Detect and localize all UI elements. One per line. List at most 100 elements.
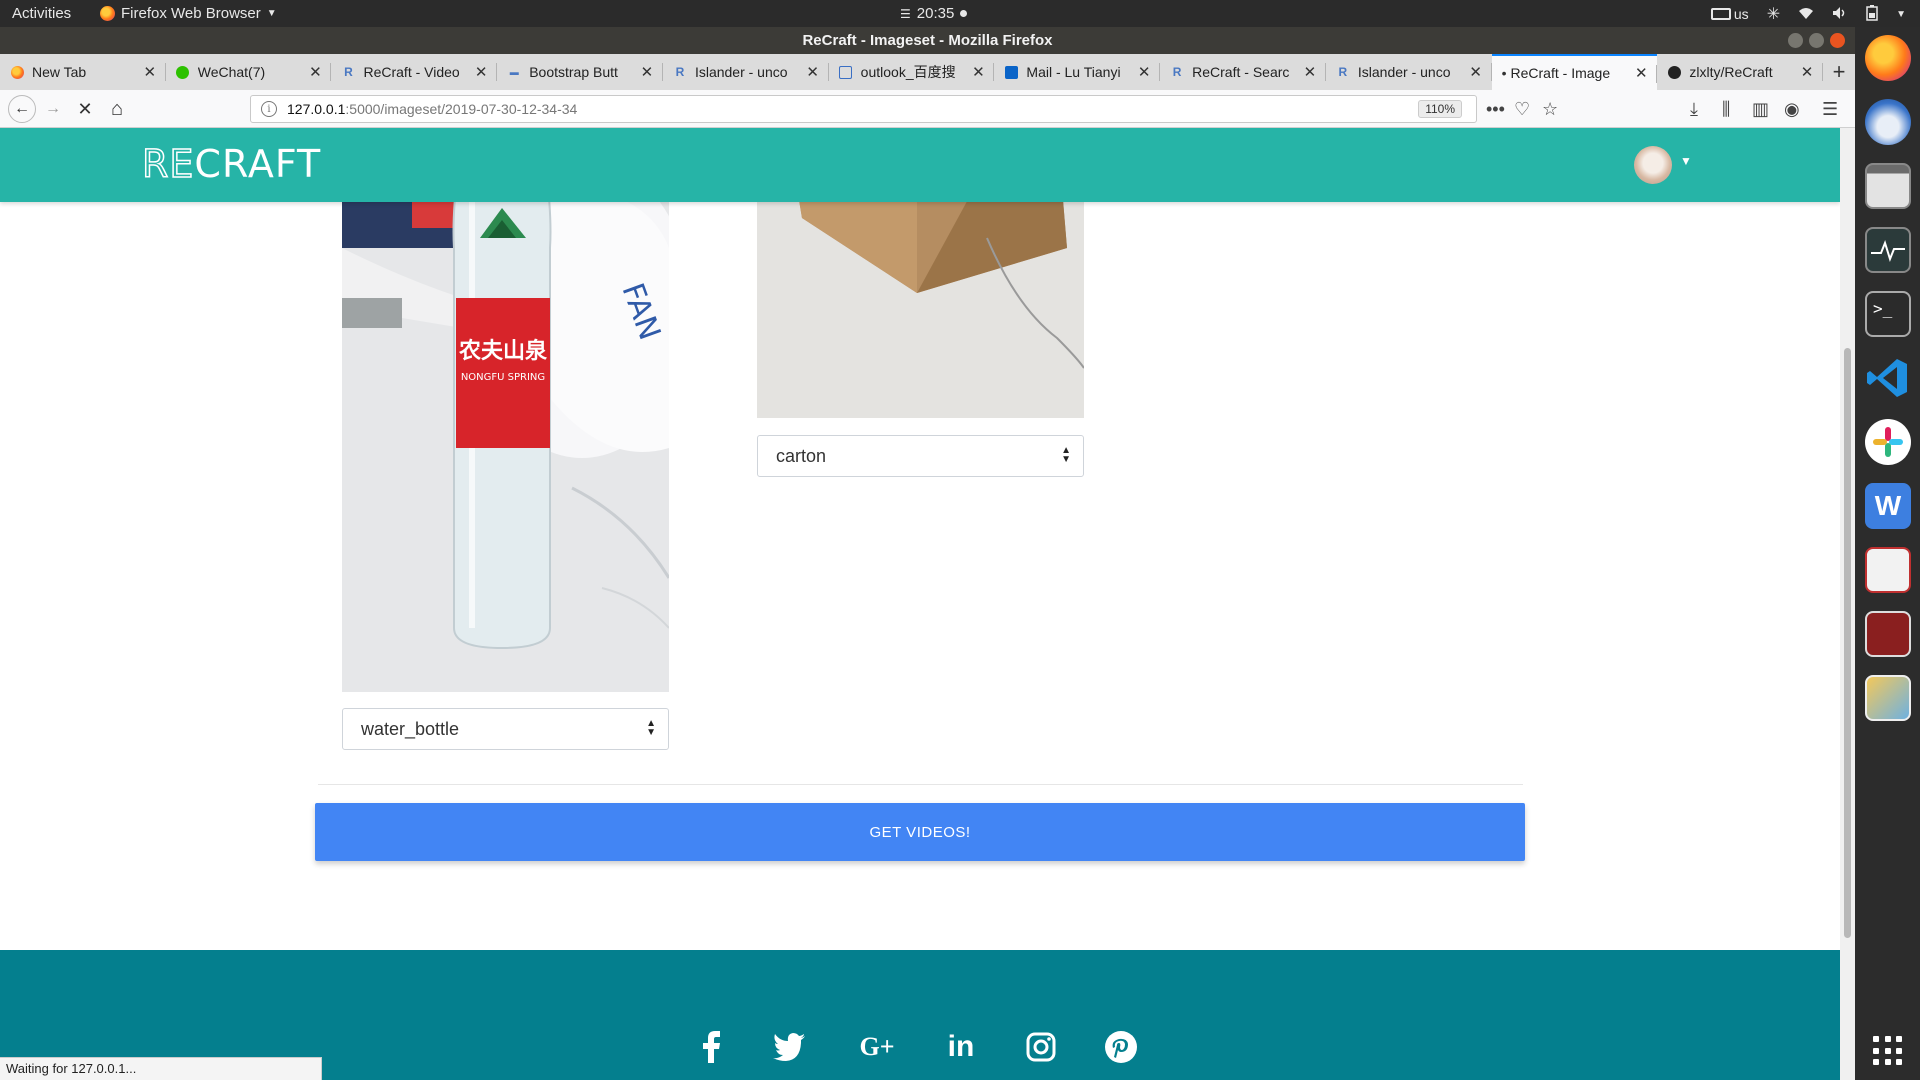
tab[interactable]: R ReCraft - Video ✕ [331, 54, 497, 90]
downloads-icon[interactable]: ⤓ [1690, 99, 1698, 120]
files-launcher-icon[interactable] [1865, 163, 1911, 209]
maximize-button[interactable] [1809, 33, 1824, 48]
activities-button[interactable]: Activities [12, 5, 71, 22]
page-viewport: RECRAFT ▼ FAN 农夫山泉 NONGFU SPRING carton … [0, 128, 1840, 1080]
close-tab-icon[interactable]: ✕ [142, 63, 158, 81]
system-tray[interactable]: us ✳ ▼ [1710, 4, 1906, 24]
slack-launcher-icon[interactable] [1865, 419, 1911, 465]
pinterest-icon[interactable] [1102, 1028, 1140, 1066]
close-tab-icon[interactable]: ✕ [805, 63, 821, 81]
keyboard-layout[interactable]: us [1710, 6, 1749, 22]
tab[interactable]: New Tab ✕ [0, 54, 166, 90]
close-tab-icon[interactable]: ✕ [1302, 63, 1318, 81]
recraft-icon: R [1172, 65, 1182, 79]
google-plus-icon[interactable]: G+ [852, 1028, 902, 1066]
wps-writer-launcher-icon[interactable]: W [1865, 483, 1911, 529]
firefox-icon [10, 65, 24, 79]
calendar-icon: ☰ [900, 6, 911, 21]
vscode-launcher-icon[interactable] [1865, 355, 1911, 401]
app-menu[interactable]: Firefox Web Browser ▼ [100, 5, 277, 22]
library-icon[interactable]: ⫼ [1722, 99, 1730, 120]
site-info-icon[interactable]: i [261, 101, 277, 117]
power-menu-chevron-icon[interactable]: ▼ [1896, 9, 1906, 20]
zoom-indicator[interactable]: 110% [1418, 100, 1462, 118]
firefox-icon [100, 6, 115, 21]
photos-launcher-icon[interactable] [1865, 675, 1911, 721]
account-icon[interactable]: ◉ [1784, 99, 1800, 120]
recraft-icon: R [344, 65, 353, 79]
close-tab-icon[interactable]: ✕ [639, 63, 655, 81]
close-tab-icon[interactable]: ✕ [1136, 63, 1152, 81]
bookmark-star-icon[interactable]: ☆ [1542, 99, 1558, 120]
close-tab-icon[interactable]: ✕ [1799, 63, 1815, 81]
volume-icon[interactable] [1832, 6, 1848, 23]
close-tab-icon[interactable]: ✕ [473, 63, 489, 81]
home-button[interactable]: ⌂ [106, 98, 128, 120]
water-bottle-label-select[interactable]: water_bottle ▲ ▼ [342, 708, 669, 750]
window-title-bar[interactable]: ReCraft - Imageset - Mozilla Firefox [0, 27, 1855, 54]
close-tab-icon[interactable]: ✕ [307, 63, 323, 81]
carton-label-select[interactable]: carton ▲ ▼ [757, 435, 1084, 477]
minimize-button[interactable] [1788, 33, 1803, 48]
tab[interactable]: ▬ Bootstrap Butt ✕ [497, 54, 663, 90]
window-controls [1788, 33, 1845, 48]
get-videos-button[interactable]: GET VIDEOS! [315, 803, 1525, 861]
tab[interactable]: zlxlty/ReCraft ✕ [1657, 54, 1823, 90]
clock[interactable]: ☰ 20:35 [900, 5, 968, 22]
slack-tray-icon[interactable]: ✳ [1767, 4, 1780, 24]
select-arrows-icon: ▲ ▼ [1061, 445, 1071, 465]
tab[interactable]: R Islander - unco ✕ [1326, 54, 1492, 90]
close-tab-icon[interactable]: ✕ [1633, 64, 1649, 82]
facebook-icon[interactable] [692, 1028, 730, 1066]
pocket-icon[interactable]: ♡ [1514, 99, 1530, 120]
select-value: water_bottle [361, 718, 460, 739]
thunderbird-launcher-icon[interactable] [1865, 99, 1911, 145]
tab[interactable]: Mail - Lu Tianyi ✕ [994, 54, 1160, 90]
url-bar[interactable]: i 127.0.0.1:5000/imageset/2019-07-30-12-… [250, 95, 1477, 123]
github-icon [1667, 65, 1681, 79]
tab-active[interactable]: • ReCraft - Image ✕ [1491, 54, 1658, 90]
wifi-icon[interactable] [1798, 6, 1814, 23]
bottle-brand-en: NONGFU SPRING [461, 372, 545, 383]
close-tab-icon[interactable]: ✕ [970, 63, 986, 81]
tab-title: Islander - unco [694, 64, 788, 80]
battery-icon[interactable] [1866, 4, 1878, 24]
sidebar-icon[interactable]: ▥ [1752, 99, 1769, 120]
section-divider [318, 784, 1523, 785]
firefox-launcher-icon[interactable] [1865, 35, 1911, 81]
system-monitor-launcher-icon[interactable] [1865, 227, 1911, 273]
forward-button[interactable]: → [42, 98, 64, 120]
user-menu-caret-icon[interactable]: ▼ [1680, 154, 1692, 168]
user-avatar[interactable] [1634, 146, 1672, 184]
tab-title: ReCraft - Video [363, 64, 460, 80]
back-button[interactable]: ← [8, 95, 36, 123]
app-launcher-icon[interactable] [1865, 547, 1911, 593]
scrollbar-thumb[interactable] [1844, 348, 1851, 938]
page-scrollbar[interactable] [1840, 128, 1855, 1080]
chevron-down-icon: ▼ [266, 8, 277, 19]
screenshot-launcher-icon[interactable] [1865, 611, 1911, 657]
window-title: ReCraft - Imageset - Mozilla Firefox [802, 32, 1053, 49]
tab[interactable]: outlook_百度搜 ✕ [829, 54, 995, 90]
new-tab-button[interactable]: + [1823, 54, 1855, 90]
tab-title: zlxlty/ReCraft [1689, 64, 1773, 80]
recraft-icon: R [1338, 65, 1348, 79]
close-tab-icon[interactable]: ✕ [1468, 63, 1484, 81]
show-applications-icon[interactable] [1873, 1036, 1903, 1066]
tab[interactable]: WeChat(7) ✕ [166, 54, 332, 90]
water-bottle-image: FAN 农夫山泉 NONGFU SPRING [342, 128, 669, 692]
recraft-logo[interactable]: RECRAFT [141, 141, 321, 187]
close-window-button[interactable] [1830, 33, 1845, 48]
status-bar: Waiting for 127.0.0.1... [0, 1057, 322, 1080]
instagram-icon[interactable] [1022, 1028, 1060, 1066]
tab[interactable]: R ReCraft - Searc ✕ [1160, 54, 1326, 90]
tab[interactable]: R Islander - unco ✕ [663, 54, 829, 90]
stop-loading-button[interactable]: ✕ [74, 98, 96, 120]
select-value: carton [776, 445, 827, 466]
terminal-launcher-icon[interactable]: >_ [1865, 291, 1911, 337]
page-actions-icon[interactable]: ••• [1486, 99, 1505, 120]
hamburger-menu-icon[interactable]: ☰ [1822, 99, 1838, 120]
twitter-icon[interactable] [770, 1028, 808, 1066]
linkedin-icon[interactable]: in [942, 1028, 980, 1066]
clock-time: 20:35 [916, 5, 955, 22]
